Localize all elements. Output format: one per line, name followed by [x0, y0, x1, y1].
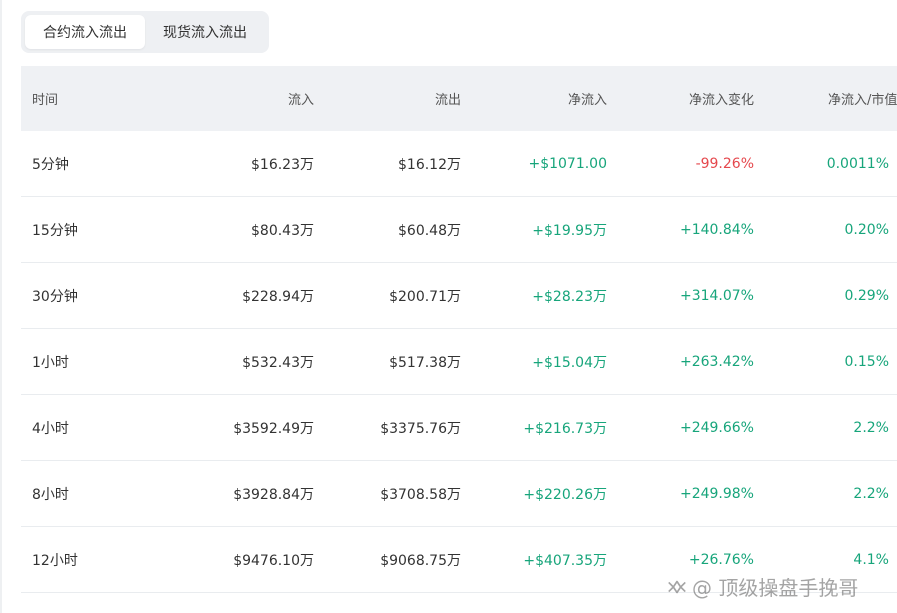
cell-time: 30分钟 — [32, 288, 78, 305]
page: 合约流入流出 现货流入流出 时间 流入 流出 净流入 净流入变化 净流入/市值 … — [0, 0, 897, 613]
tab-spot-flow[interactable]: 现货流入流出 — [145, 15, 265, 49]
header-net-inflow-market-cap[interactable]: 净流入/市值 — [828, 66, 897, 131]
table-row: 4小时 $3592.49万 $3375.76万 +$216.73万 +249.66% 2.… — [21, 395, 897, 461]
cell-inflow: $3928.84万 — [233, 486, 314, 503]
cell-outflow: $3375.76万 — [380, 420, 461, 437]
table-row: 5分钟 $16.23万 $16.12万 +$1071.00 -99.26% 0.0011% — [21, 131, 897, 197]
cell-outflow: $3708.58万 — [380, 486, 461, 503]
cell-net-inflow: +$19.95万 — [532, 222, 607, 239]
cell-inflow: $80.43万 — [251, 222, 314, 239]
cell-net-inflow-change: +263.42% — [679, 353, 754, 370]
cell-net-inflow: +$407.35万 — [523, 552, 607, 569]
cell-net-inflow-change: +314.07% — [679, 287, 754, 304]
table-row: 8小时 $3928.84万 $3708.58万 +$220.26万 +249.98% 2.… — [21, 461, 897, 527]
cell-net-inflow-market-cap: 4.1% — [853, 551, 889, 568]
cell-net-inflow: +$1071.00 — [528, 155, 607, 172]
cell-time: 12小时 — [32, 552, 78, 569]
tab-contract-flow[interactable]: 合约流入流出 — [25, 15, 145, 49]
tab-group: 合约流入流出 现货流入流出 — [21, 11, 269, 53]
cell-time: 5分钟 — [32, 156, 69, 173]
cell-net-inflow-market-cap: 0.15% — [844, 353, 889, 370]
cell-net-inflow: +$28.23万 — [532, 288, 607, 305]
cell-net-inflow-market-cap: 0.20% — [844, 221, 889, 238]
cell-inflow: $532.43万 — [242, 354, 314, 371]
cell-net-inflow: +$220.26万 — [523, 486, 607, 503]
watermark: @ 顶级操盘手挽哥 — [666, 572, 858, 601]
flow-table: 时间 流入 流出 净流入 净流入变化 净流入/市值 5分钟 $16.23万 $16.… — [21, 66, 897, 593]
table-row: 30分钟 $228.94万 $200.71万 +$28.23万 +314.07% 0.29… — [21, 263, 897, 329]
table-row: 15分钟 $80.43万 $60.48万 +$19.95万 +140.84% 0.20% — [21, 197, 897, 263]
table-row: 1小时 $532.43万 $517.38万 +$15.04万 +263.42% 0.15% — [21, 329, 897, 395]
cell-net-inflow-change: -99.26% — [695, 155, 754, 172]
cell-net-inflow-market-cap: 0.29% — [844, 287, 889, 304]
cell-outflow: $16.12万 — [398, 156, 461, 173]
header-net-inflow-change[interactable]: 净流入变化 — [689, 66, 754, 131]
cell-inflow: $9476.10万 — [233, 552, 314, 569]
header-time: 时间 — [32, 93, 59, 108]
cell-net-inflow-market-cap: 2.2% — [853, 419, 889, 436]
cell-net-inflow-market-cap: 2.2% — [853, 485, 889, 502]
cell-net-inflow-market-cap: 0.0011% — [826, 155, 889, 172]
cell-net-inflow-change: +249.66% — [679, 419, 754, 436]
cell-outflow: $60.48万 — [398, 222, 461, 239]
cell-outflow: $9068.75万 — [380, 552, 461, 569]
cell-time: 15分钟 — [32, 222, 78, 239]
table-header-row: 时间 流入 流出 净流入 净流入变化 净流入/市值 — [21, 66, 897, 131]
cell-time: 4小时 — [32, 420, 69, 437]
header-outflow[interactable]: 流出 — [435, 66, 461, 131]
cell-net-inflow: +$15.04万 — [532, 354, 607, 371]
cell-net-inflow-change: +249.98% — [679, 485, 754, 502]
cell-inflow: $16.23万 — [251, 156, 314, 173]
watermark-text: @ 顶级操盘手挽哥 — [692, 576, 859, 600]
cell-outflow: $200.71万 — [389, 288, 461, 305]
cell-net-inflow-change: +140.84% — [679, 221, 754, 238]
cell-inflow: $228.94万 — [242, 288, 314, 305]
cell-time: 1小时 — [32, 354, 69, 371]
cell-outflow: $517.38万 — [389, 354, 461, 371]
header-net-inflow[interactable]: 净流入 — [568, 66, 607, 131]
table-body: 5分钟 $16.23万 $16.12万 +$1071.00 -99.26% 0.0011%… — [21, 131, 897, 593]
cell-time: 8小时 — [32, 486, 69, 503]
cell-inflow: $3592.49万 — [233, 420, 314, 437]
wechat-channels-icon — [668, 580, 686, 593]
cell-net-inflow: +$216.73万 — [523, 420, 607, 437]
left-border — [0, 0, 2, 613]
header-inflow[interactable]: 流入 — [288, 66, 314, 131]
